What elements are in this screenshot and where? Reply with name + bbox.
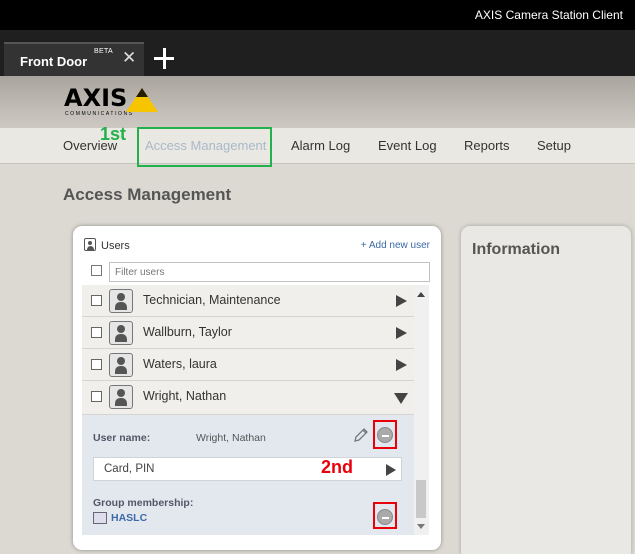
user-avatar-icon xyxy=(109,353,133,377)
information-panel: Information xyxy=(461,226,631,554)
group-name-link[interactable]: HASLC xyxy=(111,512,147,524)
tab-label: Front Door xyxy=(20,54,88,69)
credentials-value: Card, PIN xyxy=(104,463,155,475)
credentials-row[interactable]: Card, PIN xyxy=(93,457,402,481)
chevron-right-icon[interactable] xyxy=(396,327,407,339)
nav-alarm-log[interactable]: Alarm Log xyxy=(291,138,350,153)
username-value: Wright, Nathan xyxy=(196,432,266,444)
list-item-expanded[interactable]: Wright, Nathan xyxy=(82,381,419,415)
close-icon[interactable]: ✕ xyxy=(122,48,140,70)
scroll-thumb[interactable] xyxy=(416,480,426,518)
highlight-box-red xyxy=(373,502,397,529)
app-title: AXIS Camera Station Client xyxy=(474,8,623,22)
axis-logo: AXIS COMMUNICATIONS xyxy=(64,84,164,124)
list-item[interactable]: Waters, laura xyxy=(82,349,419,381)
logo-subtitle: COMMUNICATIONS xyxy=(65,111,134,117)
users-panel-title: Users xyxy=(101,240,130,252)
tab-bar: Front Door BETA ✕ xyxy=(0,30,635,76)
user-checkbox[interactable] xyxy=(91,327,102,338)
scroll-up-icon[interactable] xyxy=(417,292,425,297)
user-name: Wright, Nathan xyxy=(143,389,227,403)
user-avatar-icon xyxy=(109,321,133,345)
user-name: Technician, Maintenance xyxy=(143,293,281,307)
username-label: User name: xyxy=(93,432,151,444)
annotation-second: 2nd xyxy=(321,457,354,477)
group-icon xyxy=(93,512,107,524)
title-bar: AXIS Camera Station Client xyxy=(0,0,635,30)
chevron-right-icon[interactable] xyxy=(396,359,407,371)
logo-text: AXIS xyxy=(64,84,128,112)
chevron-right-icon[interactable] xyxy=(396,295,407,307)
highlight-box-red xyxy=(373,420,397,449)
filter-users-input[interactable] xyxy=(109,262,430,282)
scroll-down-icon[interactable] xyxy=(417,524,425,529)
nav-event-log[interactable]: Event Log xyxy=(378,138,437,153)
nav-reports[interactable]: Reports xyxy=(464,138,510,153)
user-avatar-icon xyxy=(109,289,133,313)
nav-setup[interactable]: Setup xyxy=(537,138,571,153)
logo-triangle-icon xyxy=(126,88,158,112)
page-title: Access Management xyxy=(63,185,232,204)
user-icon xyxy=(84,238,96,251)
add-tab-button[interactable] xyxy=(150,44,178,74)
beta-badge: BETA xyxy=(94,48,113,55)
main-nav: Overview Access Management Alarm Log Eve… xyxy=(0,128,635,164)
select-all-checkbox[interactable] xyxy=(91,265,102,276)
chevron-right-icon[interactable] xyxy=(386,464,396,476)
user-name: Waters, laura xyxy=(143,357,217,371)
tab-front-door[interactable]: Front Door BETA ✕ xyxy=(4,42,144,76)
list-item[interactable]: Wallburn, Taylor xyxy=(82,317,419,349)
users-list-scrollbar[interactable] xyxy=(414,285,429,535)
user-name: Wallburn, Taylor xyxy=(143,325,232,339)
highlight-box-green xyxy=(137,127,272,167)
users-panel: Users + Add new user Technician, Mainten… xyxy=(73,226,441,550)
user-checkbox[interactable] xyxy=(91,391,102,402)
page-header: AXIS COMMUNICATIONS xyxy=(0,76,635,128)
information-title: Information xyxy=(472,241,560,258)
users-list: Technician, Maintenance Wallburn, Taylor… xyxy=(82,285,419,535)
chevron-down-icon[interactable] xyxy=(394,393,408,404)
user-checkbox[interactable] xyxy=(91,359,102,370)
user-detail-panel: User name: Wright, Nathan Card, PIN Grou… xyxy=(82,415,419,535)
annotation-first: 1st xyxy=(100,124,127,144)
user-avatar-icon xyxy=(109,385,133,409)
user-checkbox[interactable] xyxy=(91,295,102,306)
pencil-icon[interactable] xyxy=(353,427,369,443)
list-item[interactable]: Technician, Maintenance xyxy=(82,285,419,317)
group-membership-label: Group membership: xyxy=(93,497,194,509)
add-new-user-link[interactable]: + Add new user xyxy=(361,240,430,251)
